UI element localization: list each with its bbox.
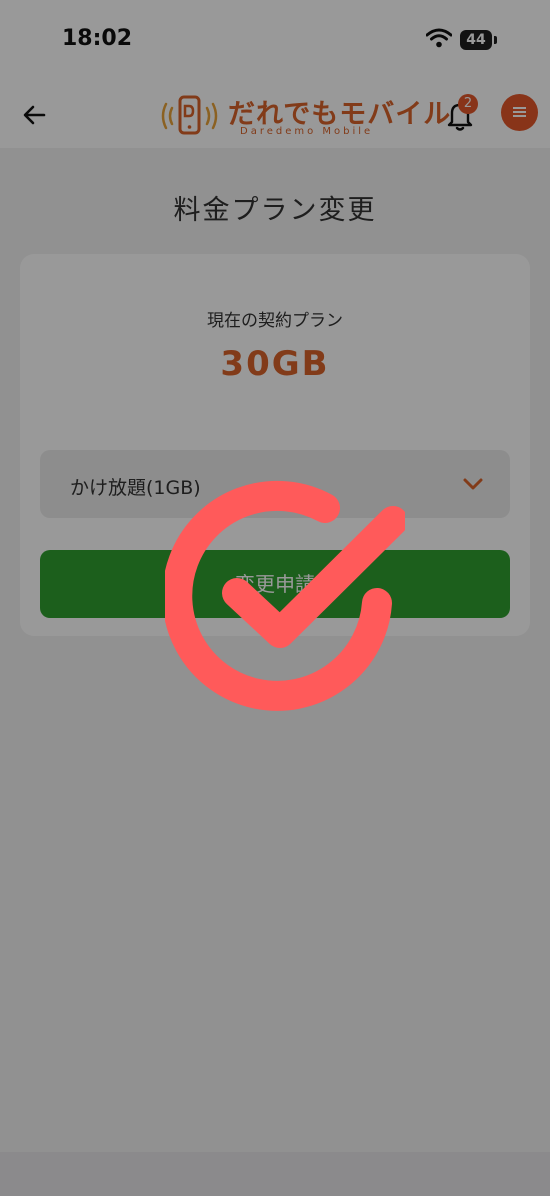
check-circle-icon [165,480,405,711]
